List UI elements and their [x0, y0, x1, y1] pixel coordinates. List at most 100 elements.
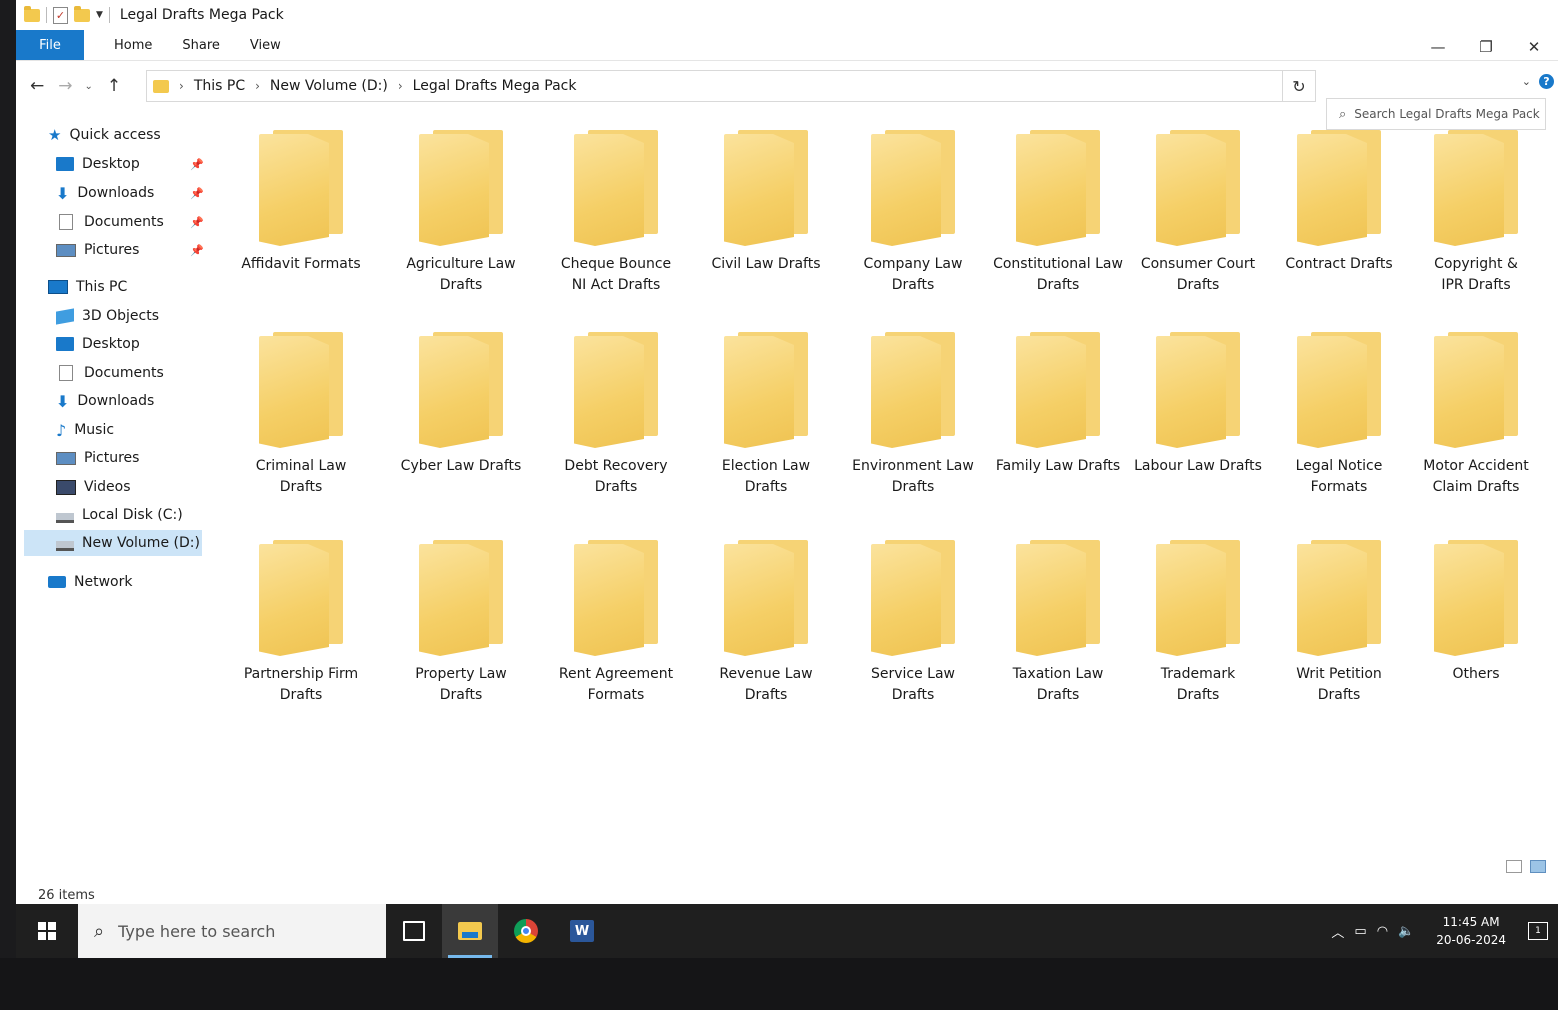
restore-button[interactable]: ❐	[1462, 34, 1510, 60]
chevron-right-icon[interactable]: ›	[179, 79, 184, 93]
chevron-right-icon[interactable]: ›	[255, 79, 260, 93]
tab-home[interactable]: Home	[114, 38, 152, 53]
sidebar-item-desktop[interactable]: Desktop 📌	[56, 151, 204, 177]
recent-locations-button[interactable]: ⌄	[85, 81, 93, 92]
folder-item[interactable]: Service Law Drafts	[838, 540, 988, 706]
sidebar-item-label: Videos	[84, 479, 131, 495]
folder-item[interactable]: Family Law Drafts	[983, 332, 1133, 477]
sidebar-item-new-volume[interactable]: New Volume (D:)	[24, 530, 202, 556]
sidebar-item-label: Pictures	[84, 242, 140, 258]
folder-item[interactable]: Environment Law Drafts	[838, 332, 988, 498]
folder-label: Service Law Drafts	[838, 664, 988, 706]
folder-label-line: Criminal Law	[255, 458, 347, 474]
folder-item[interactable]: Legal Notice Formats	[1264, 332, 1414, 498]
notification-icon[interactable]: 1	[1528, 922, 1548, 940]
word-taskbar-button[interactable]: W	[554, 904, 610, 958]
chevron-right-icon[interactable]: ›	[398, 79, 403, 93]
pin-icon[interactable]: 📌	[190, 187, 204, 200]
details-view-icon[interactable]	[1506, 860, 1522, 873]
folder-item[interactable]: Debt Recovery Drafts	[541, 332, 691, 498]
breadcrumb-this-pc[interactable]: This PC	[194, 78, 245, 94]
sidebar-item-local-disk[interactable]: Local Disk (C:)	[56, 502, 183, 528]
folder-item[interactable]: Revenue Law Drafts	[691, 540, 841, 706]
clock[interactable]: 11:45 AM 20-06-2024	[1436, 913, 1506, 949]
sidebar-item-this-pc[interactable]: This PC	[48, 274, 127, 300]
pin-icon[interactable]: 📌	[190, 244, 204, 257]
sidebar-item-network[interactable]: Network	[48, 569, 132, 595]
pin-icon[interactable]: 📌	[190, 158, 204, 171]
file-explorer-taskbar-button[interactable]	[442, 904, 498, 958]
sidebar-item-pictures[interactable]: Pictures	[56, 445, 139, 471]
sidebar-item-downloads[interactable]: ⬇ Downloads	[56, 388, 154, 414]
folder-item[interactable]: Partnership Firm Drafts	[226, 540, 376, 706]
up-button[interactable]: ↑	[107, 76, 121, 96]
sidebar-item-documents[interactable]: Documents 📌	[56, 209, 204, 235]
folder-item[interactable]: Labour Law Drafts	[1123, 332, 1273, 477]
folder-label-line: Service Law	[870, 666, 956, 682]
folder-label-line: Affidavit Formats	[241, 256, 361, 272]
sidebar-item-pictures[interactable]: Pictures 📌	[56, 237, 204, 263]
folder-item[interactable]: Cyber Law Drafts	[386, 332, 536, 477]
properties-icon[interactable]: ✓	[53, 6, 68, 24]
folder-label: Revenue Law Drafts	[691, 664, 841, 706]
chrome-taskbar-button[interactable]	[498, 904, 554, 958]
folder-icon	[724, 130, 808, 246]
chevron-up-icon[interactable]: ︿	[1331, 922, 1344, 941]
sidebar-item-videos[interactable]: Videos	[56, 474, 131, 500]
folder-item[interactable]: Election Law Drafts	[691, 332, 841, 498]
sidebar-item-documents[interactable]: Documents	[56, 360, 164, 386]
taskbar-search-input[interactable]: Type here to search	[118, 922, 275, 941]
music-icon: ♪	[56, 420, 67, 440]
pin-icon[interactable]: 📌	[190, 216, 204, 229]
refresh-button[interactable]: ↻	[1282, 70, 1316, 102]
folder-item[interactable]: Trademark Drafts	[1123, 540, 1273, 706]
close-button[interactable]: ✕	[1510, 34, 1558, 60]
forward-button[interactable]: →	[58, 76, 72, 96]
folder-item[interactable]: Affidavit Formats	[226, 130, 376, 275]
folder-item[interactable]: Others	[1401, 540, 1551, 685]
tab-share[interactable]: Share	[182, 38, 220, 53]
sidebar-item-3d-objects[interactable]: 3D Objects	[56, 303, 159, 329]
new-folder-icon[interactable]	[74, 5, 90, 22]
folder-icon	[1016, 332, 1100, 448]
folder-label: Debt Recovery Drafts	[541, 456, 691, 498]
taskbar-search-box[interactable]: ⌕ Type here to search	[78, 904, 386, 958]
sidebar-item-quick-access[interactable]: ★ Quick access	[48, 122, 161, 148]
tab-file[interactable]: File	[16, 30, 84, 60]
start-button[interactable]	[16, 904, 78, 958]
folder-item[interactable]: Motor Accident Claim Drafts	[1401, 332, 1551, 498]
folder-item[interactable]: Criminal Law Drafts	[226, 332, 376, 498]
folder-item[interactable]: Writ Petition Drafts	[1264, 540, 1414, 706]
address-bar[interactable]: › This PC › New Volume (D:) › Legal Draf…	[146, 70, 1306, 102]
folder-item[interactable]: Consumer Court Drafts	[1123, 130, 1273, 296]
folder-item[interactable]: Constitutional Law Drafts	[983, 130, 1133, 296]
folder-item[interactable]: Rent Agreement Formats	[541, 540, 691, 706]
sidebar-item-label: Desktop	[82, 336, 140, 352]
folder-item[interactable]: Cheque Bounce NI Act Drafts	[541, 130, 691, 296]
breadcrumb-current-folder[interactable]: Legal Drafts Mega Pack	[413, 78, 577, 94]
folder-label-line: Revenue Law	[719, 666, 813, 682]
wifi-icon[interactable]: ◠	[1377, 924, 1388, 939]
customize-toolbar-icon[interactable]: ▼	[96, 10, 103, 20]
minimize-button[interactable]: —	[1414, 34, 1462, 60]
volume-icon[interactable]: 🔈	[1398, 924, 1414, 939]
search-input[interactable]: Search Legal Drafts Mega Pack	[1354, 107, 1539, 121]
folder-item[interactable]: Company Law Drafts	[838, 130, 988, 296]
folder-label-line: Taxation Law	[1012, 666, 1104, 682]
task-view-button[interactable]	[386, 904, 442, 958]
sidebar-item-downloads[interactable]: ⬇ Downloads 📌	[56, 180, 204, 206]
tab-view[interactable]: View	[250, 38, 281, 53]
breadcrumb-new-volume[interactable]: New Volume (D:)	[270, 78, 388, 94]
folder-item[interactable]: Civil Law Drafts	[691, 130, 841, 275]
folder-item[interactable]: Agriculture Law Drafts	[386, 130, 536, 296]
battery-icon[interactable]: ▭	[1354, 924, 1366, 939]
back-button[interactable]: ←	[30, 76, 44, 96]
sidebar-item-desktop[interactable]: Desktop	[56, 331, 140, 357]
folder-icon[interactable]	[24, 5, 40, 22]
folder-item[interactable]: Contract Drafts	[1264, 130, 1414, 275]
sidebar-item-music[interactable]: ♪ Music	[56, 417, 114, 443]
folder-item[interactable]: Property Law Drafts	[386, 540, 536, 706]
folder-item[interactable]: Taxation Law Drafts	[983, 540, 1133, 706]
large-icons-view-icon[interactable]	[1530, 860, 1546, 873]
folder-item[interactable]: Copyright & IPR Drafts	[1401, 130, 1551, 296]
